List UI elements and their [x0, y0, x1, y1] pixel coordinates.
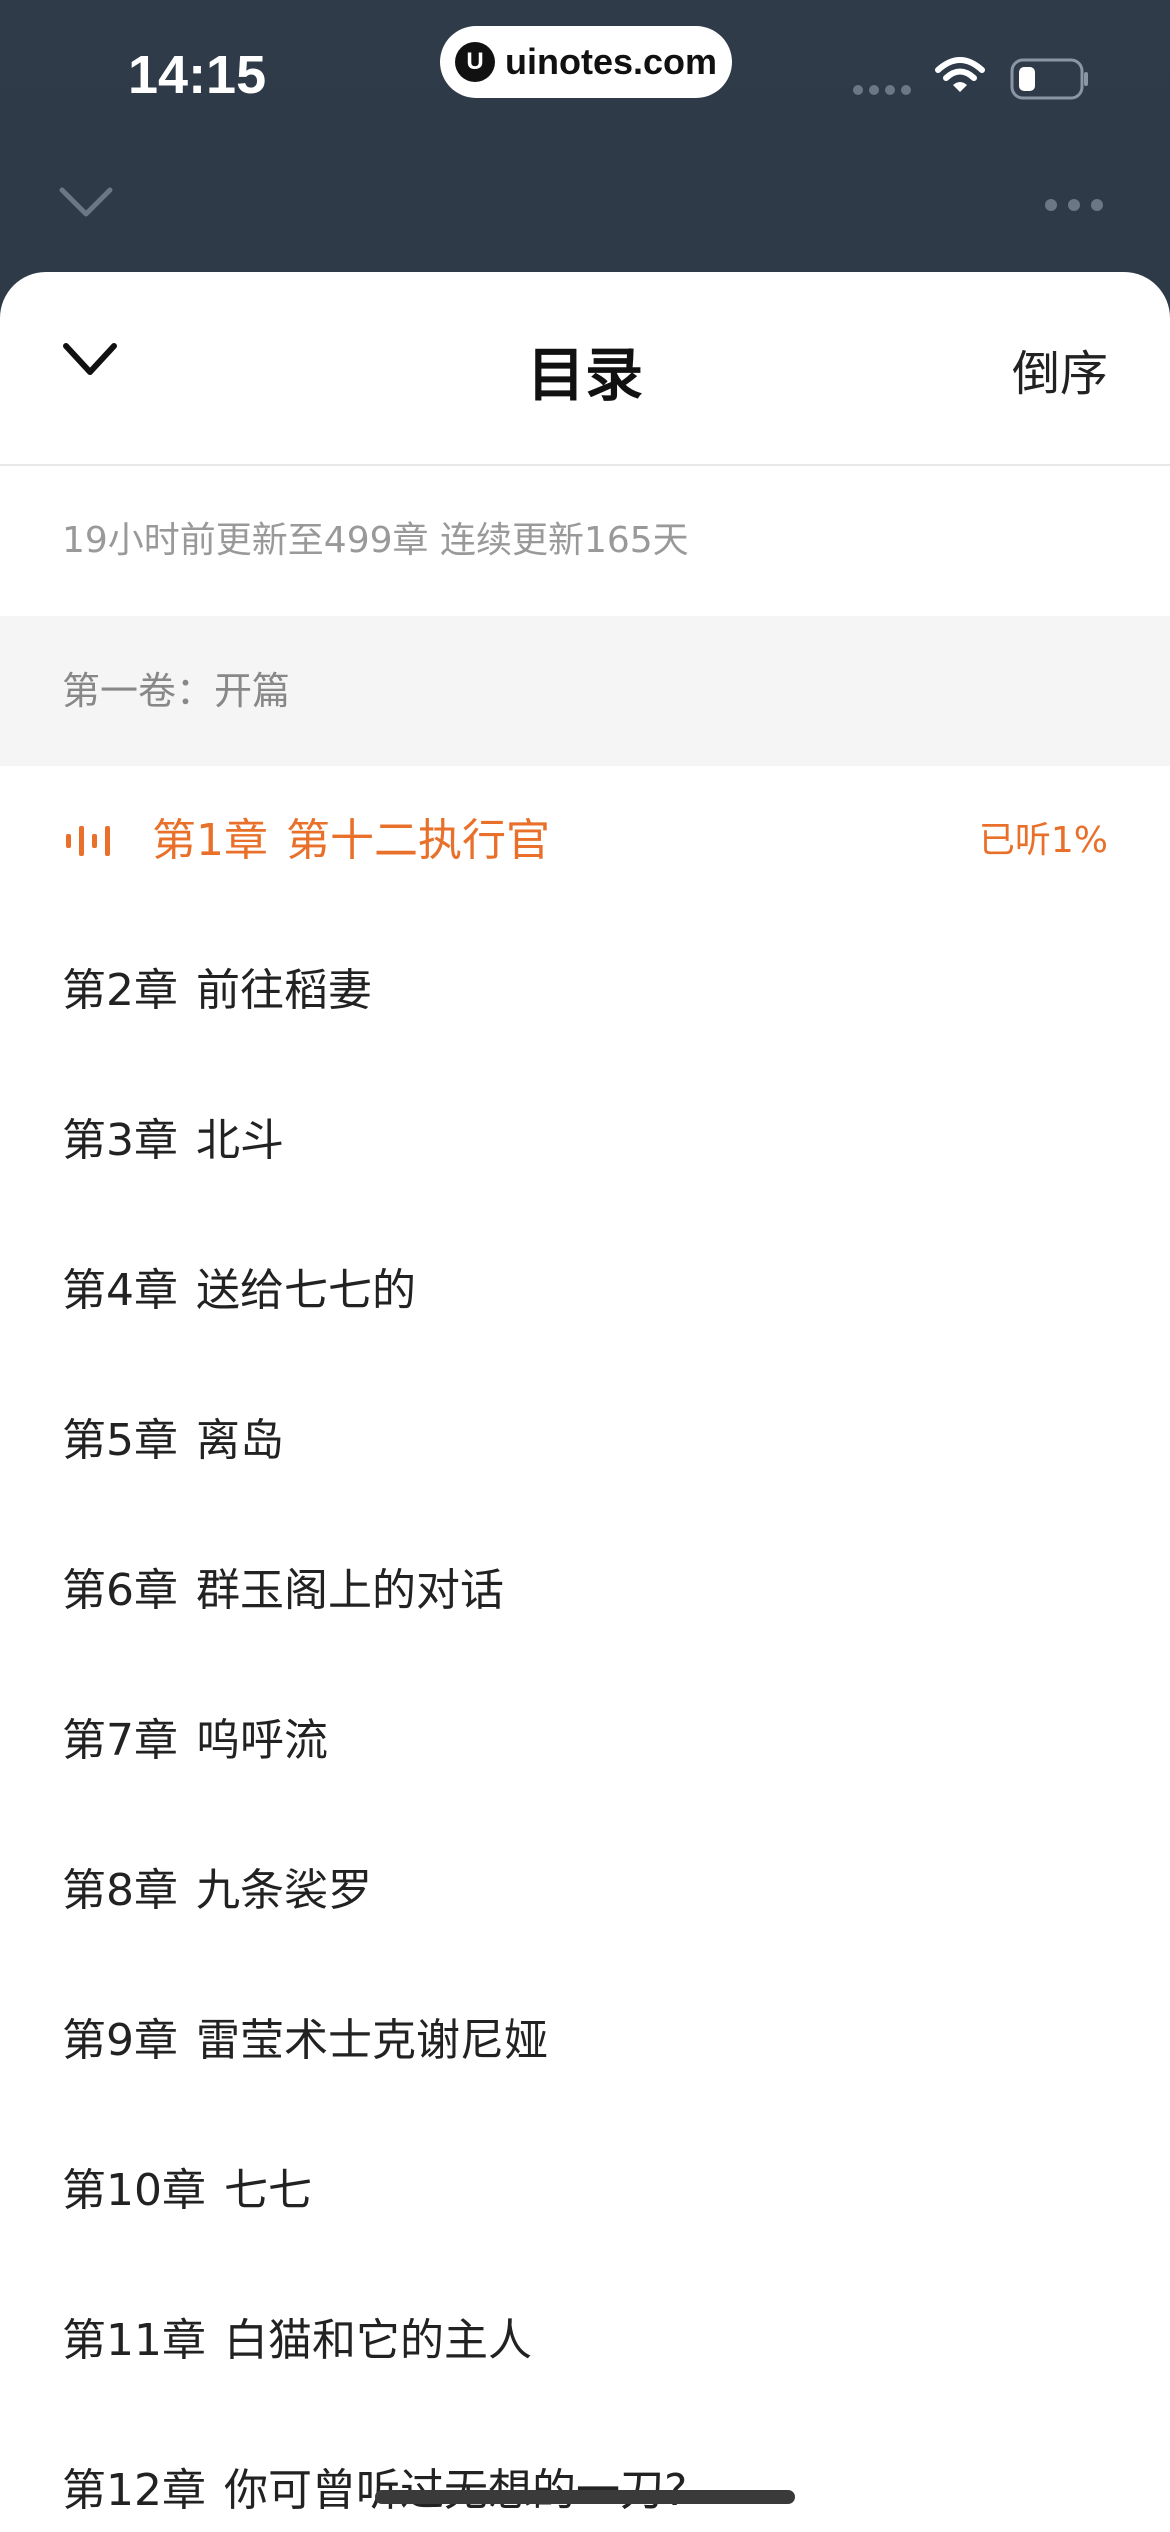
sheet-title: 目录	[526, 341, 643, 409]
screen: 14:15 U uinotes.com 目录 倒序 19小时前更新至499章 连…	[0, 0, 1170, 2532]
chapter-list: 第1章 第十二执行官 已听1% 第2章 前往稻妻 第3章 北斗 第4章 送给七七的 第5…	[0, 766, 1170, 2532]
status-time: 14:15	[128, 45, 267, 105]
volume-header: 第一卷：开篇	[0, 616, 1170, 766]
chapter-item[interactable]: 第4章 送给七七的	[0, 1216, 1170, 1366]
chapter-item[interactable]: 第8章 九条裟罗	[0, 1816, 1170, 1966]
chapter-title: 雷莹术士克谢尼娅	[196, 2015, 548, 2066]
chapter-item[interactable]: 第11章 白猫和它的主人	[0, 2266, 1170, 2416]
chapter-item[interactable]: 第2章 前往稻妻	[0, 916, 1170, 1066]
chapter-title: 七七	[224, 2165, 312, 2216]
chapter-title: 呜呼流	[196, 1715, 328, 1766]
chapter-number: 第6章	[62, 1565, 178, 1616]
home-indicator[interactable]	[375, 2490, 795, 2504]
chapter-number: 第9章	[62, 2015, 178, 2066]
chapter-item-current[interactable]: 第1章 第十二执行官 已听1%	[0, 766, 1170, 916]
chapter-title: 群玉阁上的对话	[196, 1565, 504, 1616]
chapter-item[interactable]: 第7章 呜呼流	[0, 1666, 1170, 1816]
chevron-down-icon[interactable]	[58, 186, 114, 220]
site-logo-icon: U	[454, 42, 495, 82]
chapter-item[interactable]: 第10章 七七	[0, 2116, 1170, 2266]
chapter-number: 第11章	[62, 2315, 206, 2366]
chapter-title: 白猫和它的主人	[224, 2315, 532, 2366]
chapter-number: 第4章	[62, 1265, 178, 1316]
update-info: 19小时前更新至499章 连续更新165天	[62, 520, 689, 561]
chapter-number: 第8章	[62, 1865, 178, 1916]
chapter-item[interactable]: 第6章 群玉阁上的对话	[0, 1516, 1170, 1666]
chapter-title: 送给七七的	[196, 1265, 416, 1316]
more-icon[interactable]	[1044, 198, 1104, 212]
chapter-item[interactable]: 第9章 雷莹术士克谢尼娅	[0, 1966, 1170, 2116]
chapter-item[interactable]: 第12章你可曾听过无想的一刀?	[0, 2416, 1170, 2532]
chapter-number: 第3章	[62, 1115, 178, 1166]
chapter-number: 第10章	[62, 2165, 206, 2216]
chapter-number: 第5章	[62, 1415, 178, 1466]
chapter-number: 第7章	[62, 1715, 178, 1766]
chapter-item[interactable]: 第3章 北斗	[0, 1066, 1170, 1216]
chapter-title: 前往稻妻	[196, 965, 372, 1016]
chapter-title: 北斗	[196, 1115, 284, 1166]
wifi-icon	[935, 57, 985, 92]
url-text: uinotes.com	[504, 41, 718, 82]
chapter-number: 第1章	[152, 815, 268, 866]
signal-icon	[853, 85, 911, 95]
chapter-number: 第12章	[62, 2465, 206, 2516]
sort-toggle-button[interactable]: 倒序	[1012, 334, 1108, 404]
url-pill[interactable]: U uinotes.com	[440, 26, 732, 98]
chapter-number: 第2章	[62, 965, 178, 1016]
chapter-title: 九条裟罗	[196, 1865, 372, 1916]
chapter-item[interactable]: 第5章 离岛	[0, 1366, 1170, 1516]
listen-progress: 已听1%	[978, 820, 1108, 861]
chapter-sheet: 目录 倒序 19小时前更新至499章 连续更新165天 第一卷：开篇 第1章 第十…	[0, 272, 1170, 2532]
battery-icon	[1010, 58, 1088, 100]
audio-playing-icon	[66, 826, 110, 856]
chapter-title: 离岛	[196, 1415, 284, 1466]
chapter-title: 第十二执行官	[286, 815, 550, 866]
sheet-header: 目录 倒序	[0, 272, 1170, 466]
